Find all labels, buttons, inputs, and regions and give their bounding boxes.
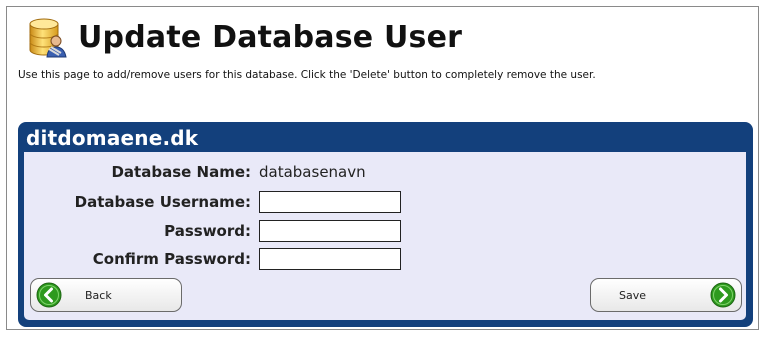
panel-title: ditdomaene.dk bbox=[26, 126, 199, 150]
page-description: Use this page to add/remove users for th… bbox=[18, 69, 596, 81]
user-panel: ditdomaene.dk Database Name: databasenav… bbox=[18, 122, 753, 327]
page-title: Update Database User bbox=[78, 19, 463, 55]
username-row: Database Username: bbox=[24, 190, 401, 214]
arrow-right-icon bbox=[710, 282, 736, 308]
password-input[interactable] bbox=[259, 220, 401, 242]
database-name-value: databasenavn bbox=[259, 163, 366, 181]
arrow-left-icon bbox=[36, 282, 62, 308]
database-user-icon bbox=[26, 16, 68, 58]
save-button[interactable]: Save bbox=[590, 278, 742, 312]
form-body: Database Name: databasenavn Database Use… bbox=[24, 152, 746, 320]
confirm-password-label: Confirm Password: bbox=[92, 250, 251, 268]
save-button-label: Save bbox=[619, 288, 647, 302]
database-name-label: Database Name: bbox=[111, 163, 251, 181]
username-input[interactable] bbox=[259, 191, 401, 213]
password-label: Password: bbox=[164, 222, 251, 240]
page-header: Update Database User bbox=[26, 16, 462, 58]
back-button-label: Back bbox=[85, 288, 112, 302]
password-row: Password: bbox=[24, 219, 401, 243]
database-name-row: Database Name: databasenavn bbox=[24, 160, 366, 184]
confirm-password-input[interactable] bbox=[259, 248, 401, 270]
confirm-password-row: Confirm Password: bbox=[24, 247, 401, 271]
username-label: Database Username: bbox=[74, 193, 251, 211]
back-button[interactable]: Back bbox=[30, 278, 182, 312]
